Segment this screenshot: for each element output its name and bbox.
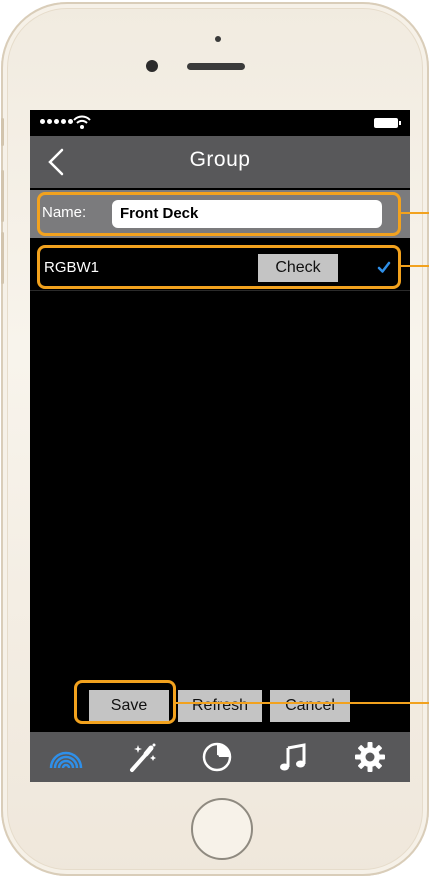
proximity-sensor — [215, 36, 221, 42]
status-bar — [30, 110, 410, 136]
device-row-callout-line — [401, 265, 429, 267]
save-button-callout — [74, 680, 176, 724]
nav-bar: Group — [30, 136, 410, 188]
music-note-icon[interactable] — [276, 740, 312, 774]
gear-icon[interactable] — [352, 740, 388, 774]
wifi-icon — [73, 115, 91, 129]
home-button[interactable] — [191, 798, 253, 860]
battery-tip — [399, 121, 401, 125]
name-field-callout-line — [401, 212, 429, 214]
mute-switch — [1, 118, 4, 146]
rainbow-icon[interactable] — [48, 740, 84, 774]
signal-strength-icon — [40, 119, 73, 124]
refresh-button[interactable]: Refresh — [178, 690, 262, 722]
volume-up-button — [1, 170, 4, 222]
stage: Group Name: Front Deck RGBW1 Check Refre… — [0, 0, 429, 880]
phone-frame: Group Name: Front Deck RGBW1 Check Refre… — [1, 2, 429, 876]
earpiece-speaker — [187, 63, 245, 70]
name-field-callout — [37, 192, 401, 236]
volume-down-button — [1, 232, 4, 284]
device-row-callout — [37, 245, 401, 289]
magic-wand-icon[interactable] — [124, 740, 160, 774]
battery-icon — [374, 118, 398, 128]
cancel-button[interactable]: Cancel — [270, 690, 350, 722]
save-button-callout-line — [176, 702, 429, 704]
front-camera — [146, 60, 158, 72]
tab-bar — [30, 732, 410, 782]
page-title: Group — [189, 148, 251, 171]
timer-icon[interactable] — [199, 740, 235, 774]
